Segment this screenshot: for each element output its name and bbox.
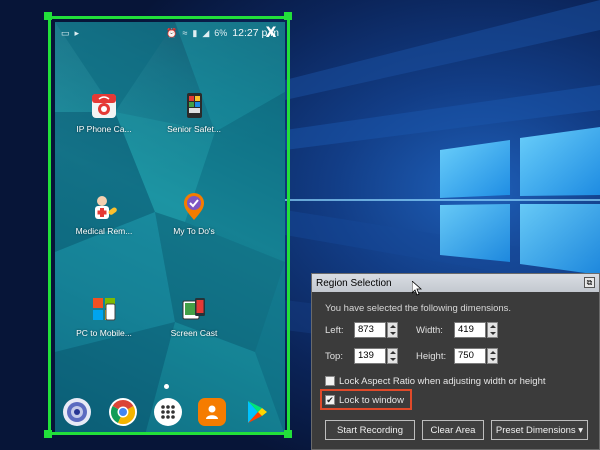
region-selection-dialog: Region Selection ⧉ You have selected the… <box>311 273 600 450</box>
app-pc-to-mobile[interactable]: PC to Mobile... <box>66 294 142 338</box>
app-label: PC to Mobile... <box>76 328 132 338</box>
chrome-icon[interactable] <box>109 398 137 426</box>
app-label: My To Do's <box>173 226 215 236</box>
phone-screen-mirror: ▭ ▸ ⏰ ≈ ▮ ◢ 6% 12:27 p.m IP Phone Ca... … <box>55 22 285 435</box>
home-screen-apps: IP Phone Ca... Senior Safet... Medical R… <box>55 22 285 435</box>
height-input[interactable]: 750 <box>454 348 486 364</box>
ip-phone-camera-icon <box>89 90 119 120</box>
dialog-description: You have selected the following dimensio… <box>325 303 512 314</box>
left-spinner[interactable] <box>387 322 398 338</box>
app-label: Senior Safet... <box>167 124 221 134</box>
app-ip-phone-camera[interactable]: IP Phone Ca... <box>66 90 142 134</box>
app-label: Medical Rem... <box>75 226 133 236</box>
lock-aspect-label: Lock Aspect Ratio when adjusting width o… <box>339 376 546 387</box>
resize-handle-bottom-right[interactable] <box>284 430 292 438</box>
mouse-cursor-icon <box>412 281 422 296</box>
dialog-title: Region Selection <box>316 277 392 289</box>
height-spinner[interactable] <box>487 348 498 364</box>
lock-to-window-label: Lock to window <box>339 395 404 406</box>
contacts-icon[interactable] <box>198 398 226 426</box>
app-medical-reminder[interactable]: Medical Rem... <box>66 192 142 236</box>
lock-to-window-checkbox[interactable]: ✔ <box>325 395 335 405</box>
dialog-title-bar[interactable]: Region Selection ⧉ <box>312 274 599 292</box>
width-spinner[interactable] <box>487 322 498 338</box>
lock-aspect-checkbox[interactable] <box>325 376 335 386</box>
resize-handle-top-right[interactable] <box>284 12 292 20</box>
app-drawer-icon[interactable] <box>154 398 182 426</box>
width-label: Width: <box>416 325 443 336</box>
start-recording-button[interactable]: Start Recording <box>325 420 415 440</box>
pc-to-mobile-icon <box>89 294 119 324</box>
dialog-restore-icon[interactable]: ⧉ <box>584 277 595 288</box>
clear-area-button[interactable]: Clear Area <box>422 420 484 440</box>
senior-safety-icon <box>179 90 209 120</box>
height-label: Height: <box>416 351 447 362</box>
app-senior-safety[interactable]: Senior Safet... <box>156 90 232 134</box>
play-store-icon[interactable] <box>243 398 271 426</box>
todo-icon <box>179 192 209 222</box>
app-my-todos[interactable]: My To Do's <box>156 192 232 236</box>
top-input[interactable]: 139 <box>354 348 386 364</box>
left-input[interactable]: 873 <box>354 322 386 338</box>
close-selection-button[interactable]: X <box>264 25 278 41</box>
width-input[interactable]: 419 <box>454 322 486 338</box>
app-dock <box>55 394 285 434</box>
app-screen-cast[interactable]: Screen Cast <box>156 294 232 338</box>
top-spinner[interactable] <box>387 348 398 364</box>
preset-dimensions-dropdown[interactable]: Preset Dimensions ▾ <box>491 420 588 440</box>
app-label: Screen Cast <box>170 328 218 338</box>
camera-icon[interactable] <box>63 398 91 426</box>
left-label: Left: <box>325 325 344 336</box>
resize-handle-top-left[interactable] <box>44 12 52 20</box>
page-indicator <box>164 384 169 389</box>
app-label: IP Phone Ca... <box>76 124 132 134</box>
screen-cast-icon <box>179 294 209 324</box>
resize-handle-bottom-left[interactable] <box>44 430 52 438</box>
top-label: Top: <box>325 351 343 362</box>
medical-reminder-icon <box>89 192 119 222</box>
